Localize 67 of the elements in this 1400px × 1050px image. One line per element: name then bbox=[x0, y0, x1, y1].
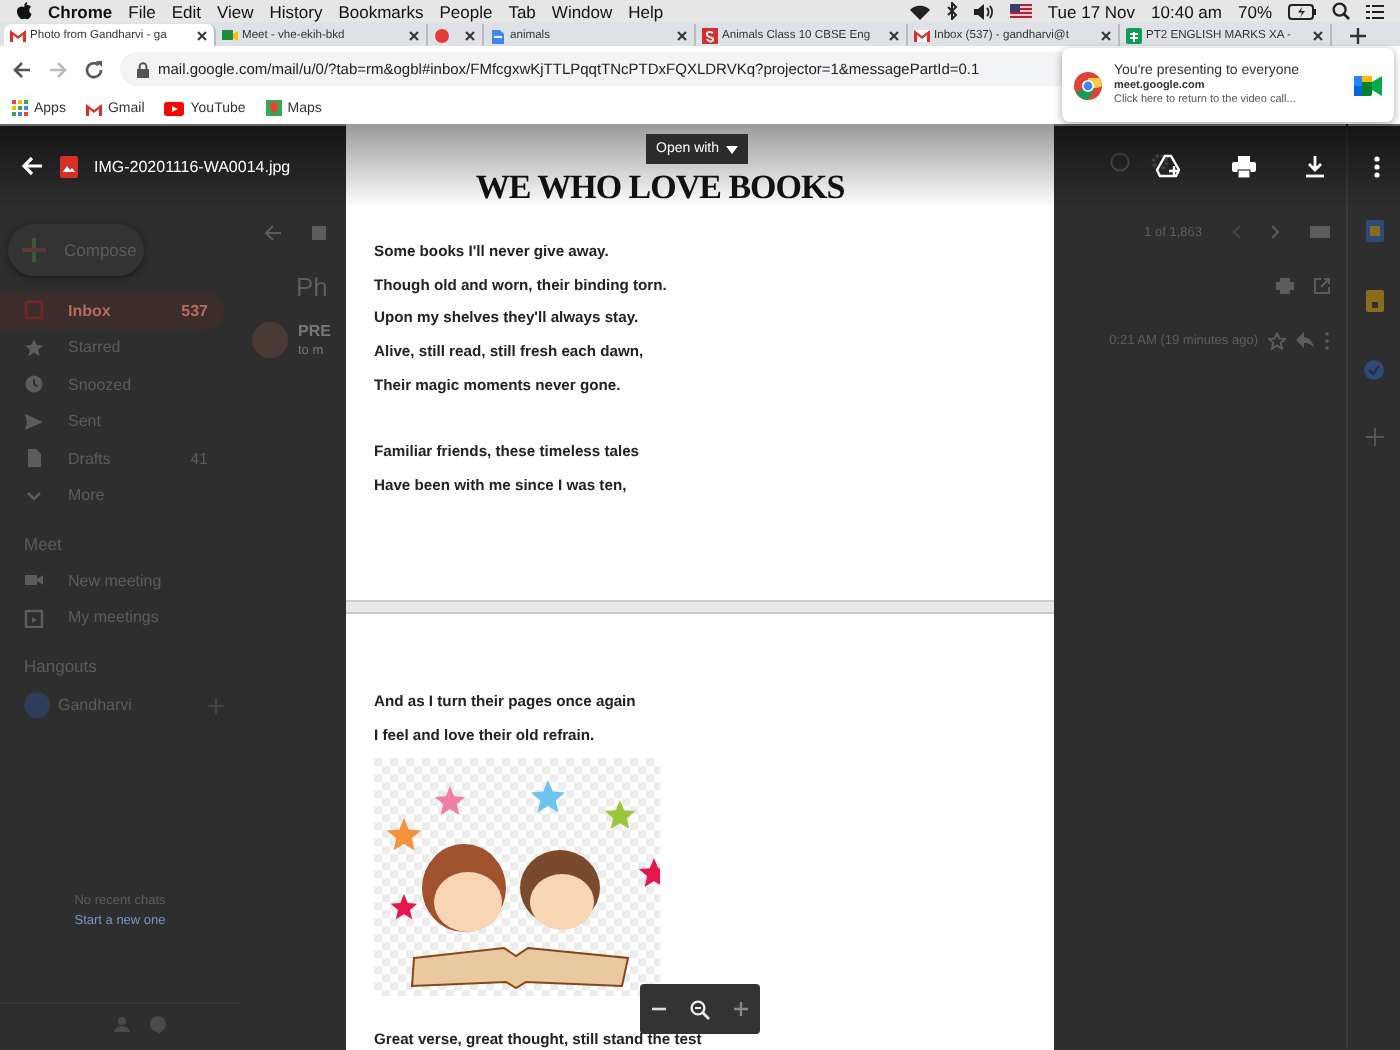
zoom-icon[interactable] bbox=[689, 999, 710, 1019]
close-icon[interactable] bbox=[408, 29, 420, 41]
menu-item[interactable]: Edit bbox=[171, 1, 201, 21]
calendar-icon[interactable] bbox=[1365, 220, 1383, 242]
date-text[interactable]: Tue 17 Nov bbox=[1047, 1, 1136, 21]
more-icon[interactable] bbox=[1374, 155, 1380, 177]
camera-icon bbox=[24, 570, 44, 591]
poem-title: WE WHO LOVE BOOKS bbox=[473, 168, 847, 208]
reload-icon[interactable] bbox=[84, 59, 104, 79]
app-menu[interactable]: Chrome bbox=[48, 1, 113, 21]
calendar-icon bbox=[24, 607, 44, 628]
menu-item[interactable]: View bbox=[216, 1, 254, 21]
mail-icon bbox=[914, 28, 930, 42]
browser-logo-icon bbox=[1074, 71, 1102, 99]
bluetooth-icon[interactable] bbox=[945, 2, 958, 20]
battery-icon[interactable] bbox=[1288, 3, 1316, 19]
back-icon[interactable] bbox=[12, 59, 32, 79]
menu-item[interactable]: History bbox=[269, 1, 323, 21]
file-name: IMG-20201116-WA0014.jpg bbox=[94, 157, 291, 175]
close-icon[interactable] bbox=[1312, 29, 1324, 41]
camera-icon bbox=[222, 28, 238, 42]
search-icon[interactable] bbox=[1332, 2, 1350, 20]
mail-icon bbox=[10, 28, 26, 42]
close-icon[interactable] bbox=[464, 29, 476, 41]
menu-item[interactable]: People bbox=[439, 1, 493, 21]
close-icon[interactable] bbox=[196, 29, 208, 41]
zoom-in-icon[interactable] bbox=[731, 1000, 750, 1018]
volume-icon[interactable] bbox=[973, 3, 994, 19]
plus-icon bbox=[22, 238, 46, 262]
inbox-icon bbox=[24, 300, 44, 321]
download-icon[interactable] bbox=[1304, 155, 1326, 177]
menu-item[interactable]: File bbox=[128, 1, 156, 21]
clock-icon bbox=[24, 374, 44, 395]
record-icon bbox=[434, 27, 450, 43]
close-icon[interactable] bbox=[676, 29, 688, 41]
star-icon[interactable] bbox=[1268, 331, 1286, 349]
time-text[interactable]: 10:40 am bbox=[1151, 1, 1222, 21]
settings-icon bbox=[1150, 152, 1170, 172]
menu-item[interactable]: Bookmarks bbox=[338, 1, 424, 21]
list-icon[interactable] bbox=[1366, 3, 1384, 19]
lock-icon bbox=[136, 61, 150, 77]
menu-item[interactable]: Help bbox=[628, 1, 664, 21]
wifi-icon[interactable] bbox=[909, 3, 930, 19]
print-icon[interactable] bbox=[1232, 155, 1256, 177]
map-pin-icon bbox=[265, 100, 282, 116]
caret-icon bbox=[725, 145, 738, 153]
apple-icon bbox=[16, 2, 32, 20]
play-icon bbox=[164, 101, 185, 115]
menu-item[interactable]: Tab bbox=[508, 1, 536, 21]
note-icon[interactable] bbox=[1365, 290, 1383, 312]
close-icon[interactable] bbox=[888, 29, 900, 41]
mail-icon bbox=[85, 101, 102, 115]
avatar bbox=[252, 322, 288, 358]
avatar bbox=[24, 692, 50, 718]
battery-percent: 70% bbox=[1237, 1, 1272, 21]
menu-item[interactable]: Window bbox=[551, 1, 613, 21]
add-to-drive-icon[interactable] bbox=[1156, 154, 1180, 178]
close-icon[interactable] bbox=[1100, 29, 1112, 41]
flag-icon[interactable] bbox=[1009, 4, 1032, 18]
sender-name: PRE bbox=[298, 322, 331, 340]
help-icon bbox=[1110, 152, 1130, 172]
image-file-icon bbox=[60, 155, 78, 177]
star-icon bbox=[24, 337, 44, 358]
apps-grid-icon bbox=[12, 100, 28, 116]
video-call-icon bbox=[1354, 73, 1382, 97]
send-icon bbox=[24, 411, 44, 432]
draft-icon bbox=[24, 448, 44, 469]
